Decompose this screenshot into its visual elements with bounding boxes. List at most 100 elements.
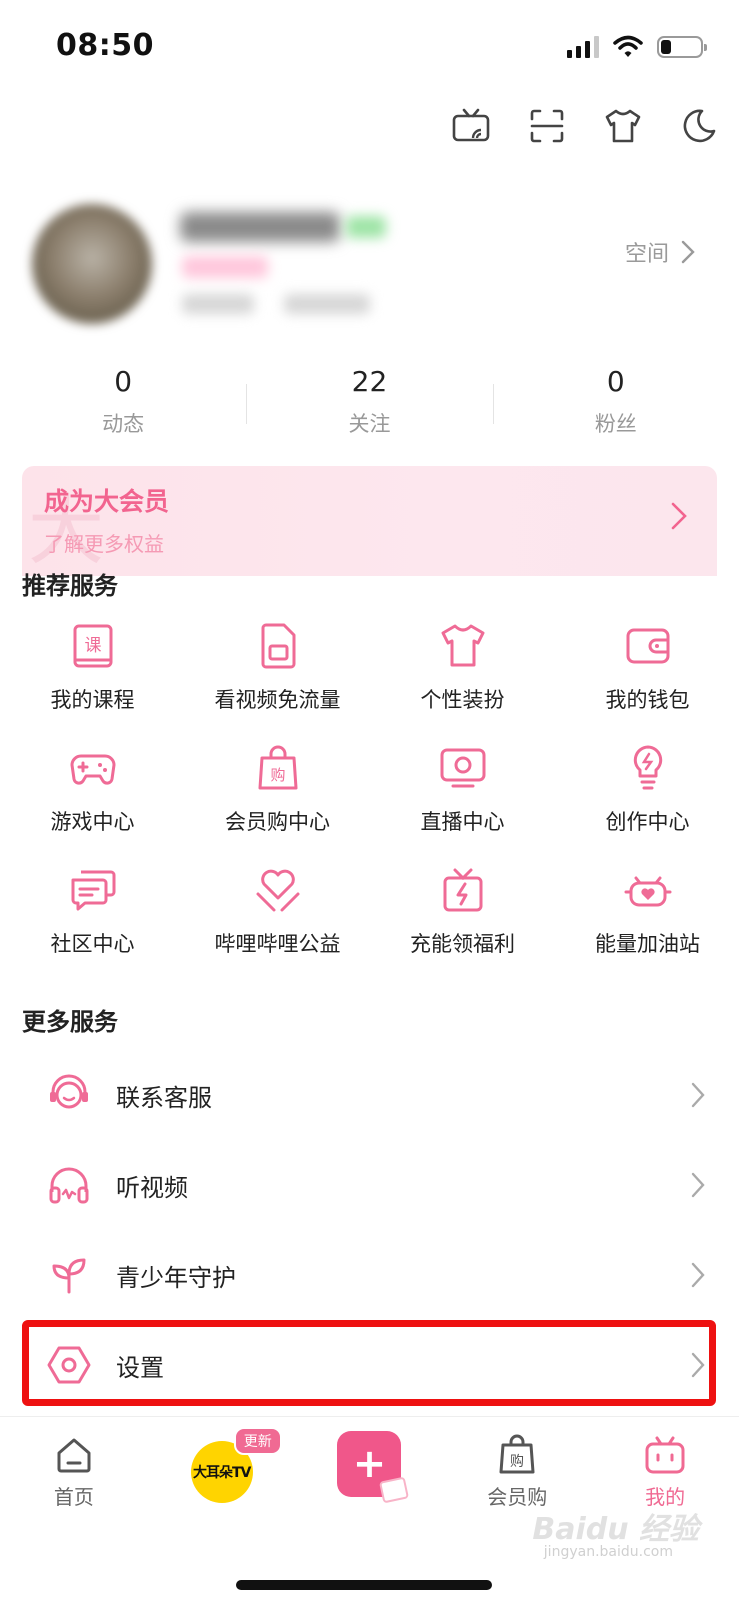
profile-stats: 0 动态 22 关注 0 粉丝 bbox=[0, 364, 739, 444]
status-time: 08:50 bbox=[56, 28, 154, 63]
chat-bubble-icon bbox=[71, 870, 115, 911]
list-item-teen-guard[interactable]: 青少年守护 bbox=[0, 1230, 739, 1320]
chevron-right-icon bbox=[691, 1172, 705, 1198]
service-label: 社区中心 bbox=[50, 932, 135, 956]
service-energy-station[interactable]: 能量加油站 bbox=[555, 864, 739, 986]
stat-value: 0 bbox=[114, 365, 133, 398]
stat-label: 关注 bbox=[348, 412, 391, 436]
nav-home[interactable]: 首页 bbox=[0, 1417, 148, 1516]
vip-title: 成为大会员 bbox=[44, 487, 170, 516]
recommended-services-grid: 课 我的课程 看视频免流量 个性装扮 我的钱包 游戏中心 购 会员购中心 直播中… bbox=[0, 620, 739, 986]
username-blurred[interactable] bbox=[180, 212, 340, 242]
nav-post[interactable]: + bbox=[296, 1417, 444, 1516]
settings-hexagon-icon bbox=[46, 1342, 92, 1388]
chevron-right-icon bbox=[691, 1262, 705, 1288]
plus-glyph: + bbox=[352, 1441, 387, 1487]
headset-service-icon bbox=[46, 1072, 92, 1118]
stat-label: 粉丝 bbox=[594, 412, 637, 436]
service-label: 直播中心 bbox=[420, 810, 505, 834]
stat-value: 22 bbox=[351, 365, 388, 398]
stat-value: 0 bbox=[606, 365, 625, 398]
status-bar: 08:50 bbox=[0, 0, 739, 92]
row-label: 联系客服 bbox=[116, 1083, 212, 1112]
row-label: 听视频 bbox=[116, 1173, 188, 1202]
dress-up-button[interactable] bbox=[603, 104, 643, 148]
space-label: 空间 bbox=[624, 242, 669, 267]
service-wallet[interactable]: 我的钱包 bbox=[555, 620, 739, 742]
service-label: 哔哩哔哩公益 bbox=[214, 932, 341, 956]
space-link[interactable]: 空间 bbox=[625, 236, 695, 268]
service-label: 创作中心 bbox=[605, 810, 690, 834]
wifi-icon bbox=[613, 35, 643, 57]
vip-tag-blurred bbox=[182, 256, 268, 278]
home-indicator bbox=[236, 1580, 492, 1590]
watermark-sub: jingyan.baidu.com bbox=[543, 1544, 673, 1560]
stat-followers[interactable]: 0 粉丝 bbox=[492, 364, 739, 444]
vip-subtitle: 了解更多权益 bbox=[44, 532, 164, 556]
headphones-icon bbox=[46, 1162, 92, 1208]
service-label: 我的课程 bbox=[50, 688, 135, 712]
service-live-center[interactable]: 直播中心 bbox=[370, 742, 555, 864]
nav-mine[interactable]: 我的 bbox=[591, 1417, 739, 1516]
recommended-services-title: 推荐服务 bbox=[22, 572, 118, 600]
live-tv-icon bbox=[440, 748, 485, 788]
svg-text:课: 课 bbox=[84, 636, 101, 656]
sprout-icon bbox=[46, 1252, 92, 1298]
service-charge-welfare[interactable]: 充能领福利 bbox=[370, 864, 555, 986]
list-item-customer-service[interactable]: 联系客服 bbox=[0, 1050, 739, 1140]
watermark: Baidu 经验 bbox=[532, 1512, 699, 1547]
shopping-bag-icon: 购 bbox=[497, 1431, 537, 1475]
service-free-data[interactable]: 看视频免流量 bbox=[185, 620, 370, 742]
dress-up-icon bbox=[605, 109, 641, 143]
stat-posts[interactable]: 0 动态 bbox=[0, 364, 246, 444]
battery-icon bbox=[657, 36, 707, 58]
service-label: 个性装扮 bbox=[420, 688, 505, 712]
lightbulb-icon bbox=[633, 745, 662, 790]
sim-card-icon bbox=[261, 623, 295, 669]
post-plus-icon: + bbox=[337, 1431, 410, 1504]
service-my-courses[interactable]: 课 我的课程 bbox=[0, 620, 185, 742]
cast-tv-button[interactable] bbox=[451, 104, 491, 148]
cellular-signal-icon bbox=[567, 36, 599, 58]
chevron-right-icon bbox=[681, 240, 695, 264]
shopping-bag-icon: 购 bbox=[258, 745, 297, 790]
service-label: 看视频免流量 bbox=[214, 688, 341, 712]
service-label: 充能领福利 bbox=[410, 932, 515, 956]
bcoins-blurred bbox=[284, 294, 370, 314]
sticker-decoration bbox=[379, 1476, 410, 1504]
service-label: 能量加油站 bbox=[595, 932, 700, 956]
coins-blurred bbox=[182, 294, 254, 314]
service-creator-center[interactable]: 创作中心 bbox=[555, 742, 739, 864]
service-community-center[interactable]: 社区中心 bbox=[0, 864, 185, 986]
wallet-icon bbox=[626, 628, 669, 664]
update-badge: 更新 bbox=[233, 1427, 282, 1455]
night-mode-button[interactable] bbox=[679, 104, 719, 148]
more-services-title: 更多服务 bbox=[22, 1008, 118, 1036]
bottom-nav: 首页 大耳朵TV 更新 + 购 会员购 我的 bbox=[0, 1416, 739, 1516]
heart-hands-icon bbox=[256, 869, 299, 912]
mine-tv-icon bbox=[644, 1431, 686, 1475]
service-dress-up[interactable]: 个性装扮 bbox=[370, 620, 555, 742]
row-label: 设置 bbox=[116, 1353, 164, 1382]
list-item-settings[interactable]: 设置 bbox=[0, 1320, 739, 1410]
service-vip-shop[interactable]: 购 会员购中心 bbox=[185, 742, 370, 864]
chevron-right-icon bbox=[691, 1352, 705, 1378]
gamepad-icon bbox=[70, 754, 115, 785]
scan-button[interactable] bbox=[527, 104, 567, 148]
service-game-center[interactable]: 游戏中心 bbox=[0, 742, 185, 864]
service-charity[interactable]: 哔哩哔哩公益 bbox=[185, 864, 370, 986]
stat-following[interactable]: 22 关注 bbox=[246, 364, 492, 444]
gift-bolt-icon bbox=[443, 868, 482, 912]
home-icon bbox=[54, 1431, 94, 1475]
nav-big-ear-tv[interactable]: 大耳朵TV 更新 bbox=[148, 1417, 296, 1516]
nav-vip-shop[interactable]: 购 会员购 bbox=[443, 1417, 591, 1516]
vip-banner[interactable]: 大 成为大会员 了解更多权益 bbox=[22, 466, 717, 576]
more-services-list: 联系客服 听视频 青少年守护 设置 bbox=[0, 1050, 739, 1410]
avatar[interactable] bbox=[32, 204, 152, 324]
list-item-listen-video[interactable]: 听视频 bbox=[0, 1140, 739, 1230]
service-label: 会员购中心 bbox=[225, 810, 330, 834]
service-label: 游戏中心 bbox=[50, 810, 135, 834]
status-icons bbox=[567, 32, 707, 62]
night-mode-icon bbox=[683, 109, 716, 143]
svg-text:购: 购 bbox=[270, 766, 285, 784]
